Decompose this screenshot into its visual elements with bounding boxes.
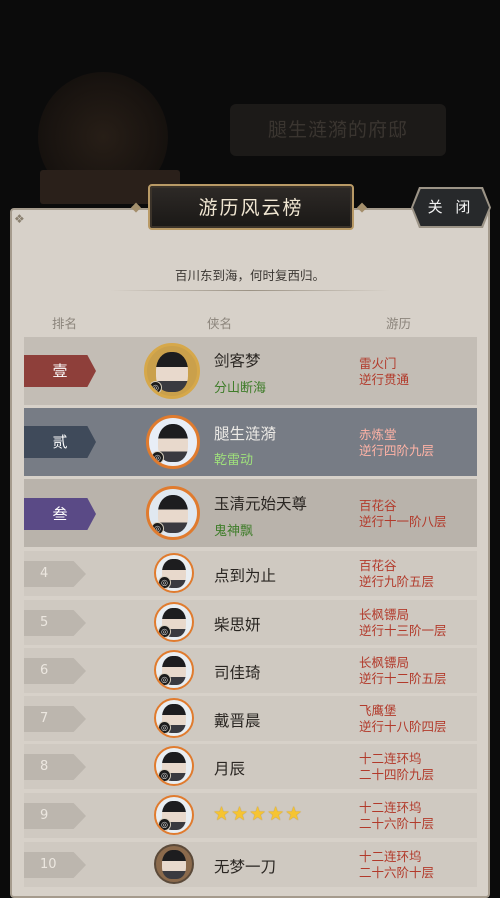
player-sect: 十二连环坞	[359, 751, 422, 766]
rank-number: 10	[24, 852, 86, 878]
rank-number: 4	[24, 561, 86, 587]
player-sect: 十二连环坞	[359, 849, 422, 864]
ranking-row[interactable]: 5 ◎ 柴思妍 长枫镖局 逆行十三阶一层	[24, 600, 477, 645]
ranking-row[interactable]: 6 ◎ 司佳琦 长枫镖局 逆行十二阶五层	[24, 648, 477, 693]
ranking-row[interactable]: 叁 ◎ 玉清元始天尊 鬼神飘 百花谷 逆行十一阶八层	[24, 479, 477, 547]
player-avatar[interactable]: ◎	[154, 553, 194, 593]
rank-badge: 贰	[24, 426, 96, 458]
rank-number: 9	[24, 803, 86, 829]
player-name: 戴晋晨	[214, 712, 261, 730]
player-name: 玉清元始天尊	[214, 495, 308, 513]
profession-icon: ◎	[158, 721, 171, 734]
profession-icon: ◎	[158, 818, 171, 831]
ranking-row[interactable]: 7 ◎ 戴晋晨 飞鹰堡 逆行十八阶四层	[24, 696, 477, 741]
profession-icon: ◎	[149, 381, 162, 394]
player-avatar[interactable]: ◎	[154, 698, 194, 738]
player-avatar[interactable]: ◎	[154, 746, 194, 786]
player-avatar[interactable]: ◎	[154, 650, 194, 690]
player-sect: 十二连环坞	[359, 800, 422, 815]
player-avatar[interactable]: ◎	[146, 415, 200, 469]
rank-number: 5	[24, 610, 86, 636]
player-progress: 逆行十一阶八层	[359, 514, 447, 529]
player-progress: 逆行十二阶五层	[359, 671, 447, 686]
player-progress: 二十六阶十层	[359, 865, 435, 880]
profession-icon: ◎	[158, 673, 171, 686]
profession-icon: ◎	[158, 576, 171, 589]
panel-title: 游历风云榜	[148, 184, 354, 230]
player-sect: 长枫镖局	[359, 655, 410, 670]
panel-subtitle: 百川东到海，何时复西归。	[174, 268, 325, 283]
title-right-ornament-icon: ◆	[357, 200, 367, 215]
rank-number: 6	[24, 658, 86, 684]
column-header-travel: 游历	[386, 316, 412, 331]
player-avatar[interactable]: ◎	[154, 795, 194, 835]
profession-icon: ◎	[158, 625, 171, 638]
player-progress: 逆行四阶九层	[359, 443, 435, 458]
player-sect: 百花谷	[359, 558, 397, 573]
ranking-row[interactable]: 壹 ◎ 剑客梦 分山断海 雷火门 逆行贯通	[24, 337, 477, 405]
player-progress: 逆行十三阶一层	[359, 623, 447, 638]
player-sect: 赤炼堂	[359, 427, 397, 442]
player-name: 司佳琦	[214, 664, 261, 682]
rank-badge: 壹	[24, 355, 96, 387]
player-sect: 雷火门	[359, 356, 397, 371]
player-sect: 百花谷	[359, 498, 397, 513]
player-avatar[interactable]: ◎	[154, 602, 194, 642]
player-name: 月辰	[214, 760, 246, 778]
player-name: 无梦一刀	[214, 858, 277, 876]
player-progress: 二十四阶九层	[359, 767, 435, 782]
background-banner: 腿生涟漪的府邸	[230, 104, 446, 156]
profession-icon: ◎	[151, 522, 164, 535]
ranking-row[interactable]: 8 ◎ 月辰 十二连环坞 二十四阶九层	[24, 744, 477, 789]
column-header-name: 侠名	[207, 316, 233, 331]
player-name: 腿生涟漪	[214, 425, 277, 443]
player-progress: 逆行九阶五层	[359, 574, 435, 589]
ranking-row[interactable]: 贰 ◎ 腿生涟漪 乾雷动 赤炼堂 逆行四阶九层	[24, 408, 477, 476]
player-progress: 逆行贯通	[359, 372, 410, 387]
player-name: 柴思妍	[214, 616, 261, 634]
corner-ornament-icon: ❖	[14, 212, 25, 226]
close-button[interactable]: 关 闭	[413, 189, 489, 226]
player-title: 乾雷动	[214, 453, 254, 468]
profession-icon: ◎	[158, 769, 171, 782]
player-name: 点到为止	[214, 567, 277, 585]
ranking-row[interactable]: 4 ◎ 点到为止 百花谷 逆行九阶五层	[24, 551, 477, 596]
player-avatar[interactable]	[154, 844, 194, 884]
rank-badge: 叁	[24, 498, 96, 530]
portrait-icon	[162, 850, 186, 880]
column-header-rank: 排名	[52, 316, 78, 331]
rank-number: 7	[24, 706, 86, 732]
ranking-row[interactable]: 10 无梦一刀 十二连环坞 二十六阶十层	[24, 842, 477, 887]
player-name: 剑客梦	[214, 352, 261, 370]
player-progress: 逆行十八阶四层	[359, 719, 447, 734]
rank-number: 8	[24, 754, 86, 780]
subtitle-divider	[110, 290, 390, 291]
player-sect: 飞鹰堡	[359, 703, 397, 718]
player-progress: 二十六阶十层	[359, 816, 435, 831]
player-title: 鬼神飘	[214, 524, 254, 539]
player-name: ★★★★★	[213, 803, 304, 825]
player-avatar[interactable]: ◎	[146, 486, 200, 540]
profession-icon: ◎	[151, 451, 164, 464]
player-sect: 长枫镖局	[359, 607, 410, 622]
player-title: 分山断海	[214, 381, 267, 396]
title-left-ornament-icon: ◆	[131, 200, 141, 215]
player-avatar[interactable]: ◎	[144, 343, 200, 399]
ranking-row[interactable]: 9 ◎ ★★★★★ 十二连环坞 二十六阶十层	[24, 793, 477, 838]
